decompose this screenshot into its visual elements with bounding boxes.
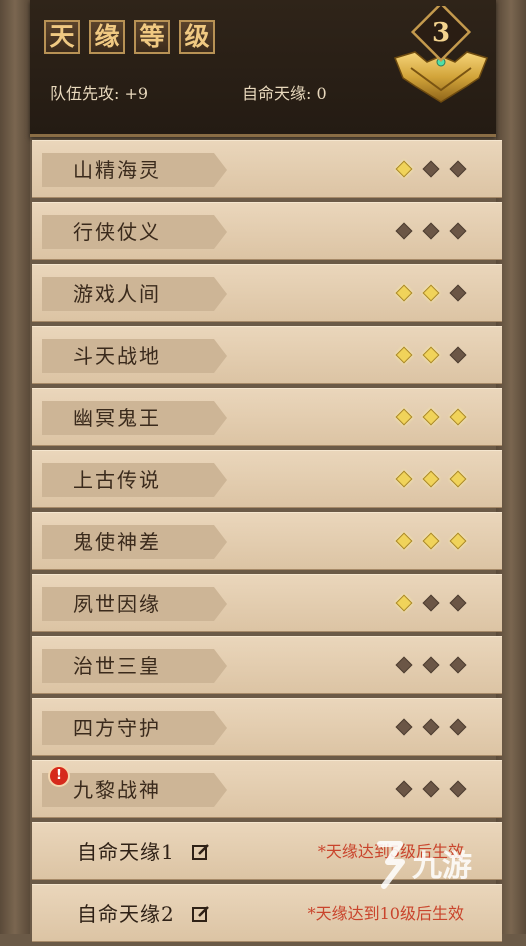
diamond-icon xyxy=(395,656,413,674)
fate-label: 斗天战地 xyxy=(73,344,161,368)
star-rating xyxy=(395,160,467,178)
diamond-icon xyxy=(422,780,440,798)
diamond-icon xyxy=(449,346,467,364)
fate-label: 行侠仗义 xyxy=(73,220,161,244)
diamond-icon xyxy=(449,594,467,612)
fate-row[interactable]: 幽冥鬼王 xyxy=(32,388,502,446)
fate-row[interactable]: 行侠仗义 xyxy=(32,202,502,260)
title-char: 缘 xyxy=(89,20,125,54)
fate-row[interactable]: 游戏人间 xyxy=(32,264,502,322)
fate-row[interactable]: 四方守护 xyxy=(32,698,502,756)
title-char: 天 xyxy=(44,20,80,54)
diamond-icon xyxy=(395,718,413,736)
diamond-icon xyxy=(422,408,440,426)
header-panel: 天 缘 等 级 队伍先攻: +9 自命天缘: 0 3 xyxy=(30,0,496,137)
diamond-icon xyxy=(395,408,413,426)
star-rating xyxy=(395,470,467,488)
level-number: 3 xyxy=(432,18,450,48)
diamond-icon xyxy=(449,656,467,674)
diamond-icon xyxy=(422,284,440,302)
fate-row[interactable]: ! 九黎战神 xyxy=(32,760,502,818)
edit-icon[interactable] xyxy=(191,904,211,924)
title-char: 级 xyxy=(179,20,215,54)
level-badge[interactable]: 3 xyxy=(387,6,495,116)
fate-label: 游戏人间 xyxy=(73,282,161,306)
diamond-icon xyxy=(422,594,440,612)
fate-row[interactable]: 山精海灵 xyxy=(32,140,502,198)
diamond-icon xyxy=(395,532,413,550)
edit-icon[interactable] xyxy=(191,842,211,862)
star-rating xyxy=(395,718,467,736)
diamond-icon xyxy=(422,222,440,240)
diamond-icon xyxy=(395,284,413,302)
diamond-icon xyxy=(395,160,413,178)
star-rating xyxy=(395,532,467,550)
fate-label: 鬼使神差 xyxy=(73,530,161,554)
star-rating xyxy=(395,346,467,364)
custom-fate-label: 自命天缘1 xyxy=(77,840,175,864)
left-frame xyxy=(0,0,30,934)
fate-label: 上古传说 xyxy=(73,468,161,492)
fate-label: 九黎战神 xyxy=(73,778,161,802)
star-rating xyxy=(395,780,467,798)
fate-row[interactable]: 夙世因缘 xyxy=(32,574,502,632)
diamond-icon xyxy=(395,222,413,240)
fate-label: 四方守护 xyxy=(73,716,161,740)
fate-list: 山精海灵 行侠仗义 游戏人间 斗天战地 幽冥鬼王 上古传说 鬼使神差 夙世因缘 xyxy=(32,140,502,946)
diamond-icon xyxy=(422,346,440,364)
star-rating xyxy=(395,408,467,426)
fate-label: 山精海灵 xyxy=(73,158,161,182)
diamond-icon xyxy=(449,718,467,736)
diamond-icon xyxy=(449,284,467,302)
star-rating xyxy=(395,656,467,674)
fate-label: 幽冥鬼王 xyxy=(73,406,161,430)
diamond-icon xyxy=(395,780,413,798)
diamond-icon xyxy=(422,470,440,488)
diamond-icon xyxy=(395,594,413,612)
star-rating xyxy=(395,222,467,240)
alert-icon: ! xyxy=(48,765,70,787)
watermark-text: 九游 xyxy=(412,849,472,884)
diamond-icon xyxy=(422,160,440,178)
star-rating xyxy=(395,594,467,612)
diamond-icon xyxy=(449,780,467,798)
diamond-icon xyxy=(449,470,467,488)
diamond-icon xyxy=(422,532,440,550)
diamond-icon xyxy=(395,470,413,488)
custom-fate-stat: 自命天缘: 0 xyxy=(242,84,327,103)
star-rating xyxy=(395,284,467,302)
custom-fate-label: 自命天缘2 xyxy=(77,902,175,926)
fate-row[interactable]: 上古传说 xyxy=(32,450,502,508)
fate-row[interactable]: 鬼使神差 xyxy=(32,512,502,570)
diamond-icon xyxy=(422,656,440,674)
fate-label: 治世三皇 xyxy=(73,654,161,678)
page-title: 天 缘 等 级 xyxy=(44,20,215,54)
diamond-icon xyxy=(449,222,467,240)
watermark-logo: 九游 xyxy=(377,841,472,889)
fate-row[interactable]: 斗天战地 xyxy=(32,326,502,384)
diamond-icon xyxy=(449,532,467,550)
diamond-icon xyxy=(449,160,467,178)
diamond-icon xyxy=(395,346,413,364)
diamond-icon xyxy=(422,718,440,736)
diamond-icon xyxy=(449,408,467,426)
team-first-strike-stat: 队伍先攻: +9 xyxy=(50,84,149,103)
fate-label: 夙世因缘 xyxy=(73,592,161,616)
title-char: 等 xyxy=(134,20,170,54)
fate-row[interactable]: 治世三皇 xyxy=(32,636,502,694)
